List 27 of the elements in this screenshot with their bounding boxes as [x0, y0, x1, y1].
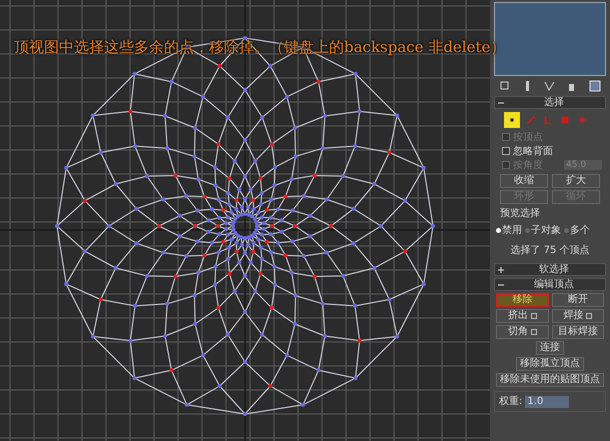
- rollout-header[interactable]: 选择: [494, 96, 606, 109]
- vertex-tool-button[interactable]: 焊接: [552, 309, 604, 323]
- radio-option[interactable]: 子对象: [525, 223, 561, 238]
- weight-label: 权重:: [499, 394, 522, 409]
- selection-button[interactable]: 收缩: [500, 174, 548, 188]
- vertex-mode-icon[interactable]: [504, 112, 520, 128]
- radio-option[interactable]: 多个: [564, 223, 590, 238]
- vertex-tool-button[interactable]: 移除未使用的贴图顶点: [496, 373, 604, 387]
- vertex-tool-button[interactable]: 连接: [536, 341, 564, 355]
- vertex-tool-button[interactable]: 切角: [496, 325, 548, 339]
- weight-field[interactable]: 1.0: [525, 396, 570, 408]
- selection-button[interactable]: 扩大: [552, 174, 600, 188]
- expand-icon: [498, 266, 504, 272]
- collapse-icon: [498, 100, 504, 106]
- vertex-tool-button[interactable]: 断开: [552, 293, 604, 307]
- checkbox[interactable]: [502, 147, 510, 155]
- vertex-tool-button[interactable]: 移除孤立顶点: [516, 357, 584, 371]
- radio-option[interactable]: 禁用: [496, 223, 522, 238]
- selection-status: 选择了 75 个顶点: [509, 244, 591, 258]
- preview-selection-label: 预览选择: [499, 206, 541, 221]
- rollout-header[interactable]: 软选择: [494, 263, 606, 276]
- checkbox-label: 忽略背面: [513, 144, 553, 158]
- vertex-tool-button[interactable]: 挤出: [496, 309, 548, 323]
- vertex-tool-button[interactable]: 目标焊接: [552, 325, 604, 339]
- rollout-header[interactable]: 编辑顶点: [494, 278, 606, 291]
- vertex-tool-button[interactable]: 移除: [496, 293, 548, 307]
- collapse-icon: [498, 282, 504, 288]
